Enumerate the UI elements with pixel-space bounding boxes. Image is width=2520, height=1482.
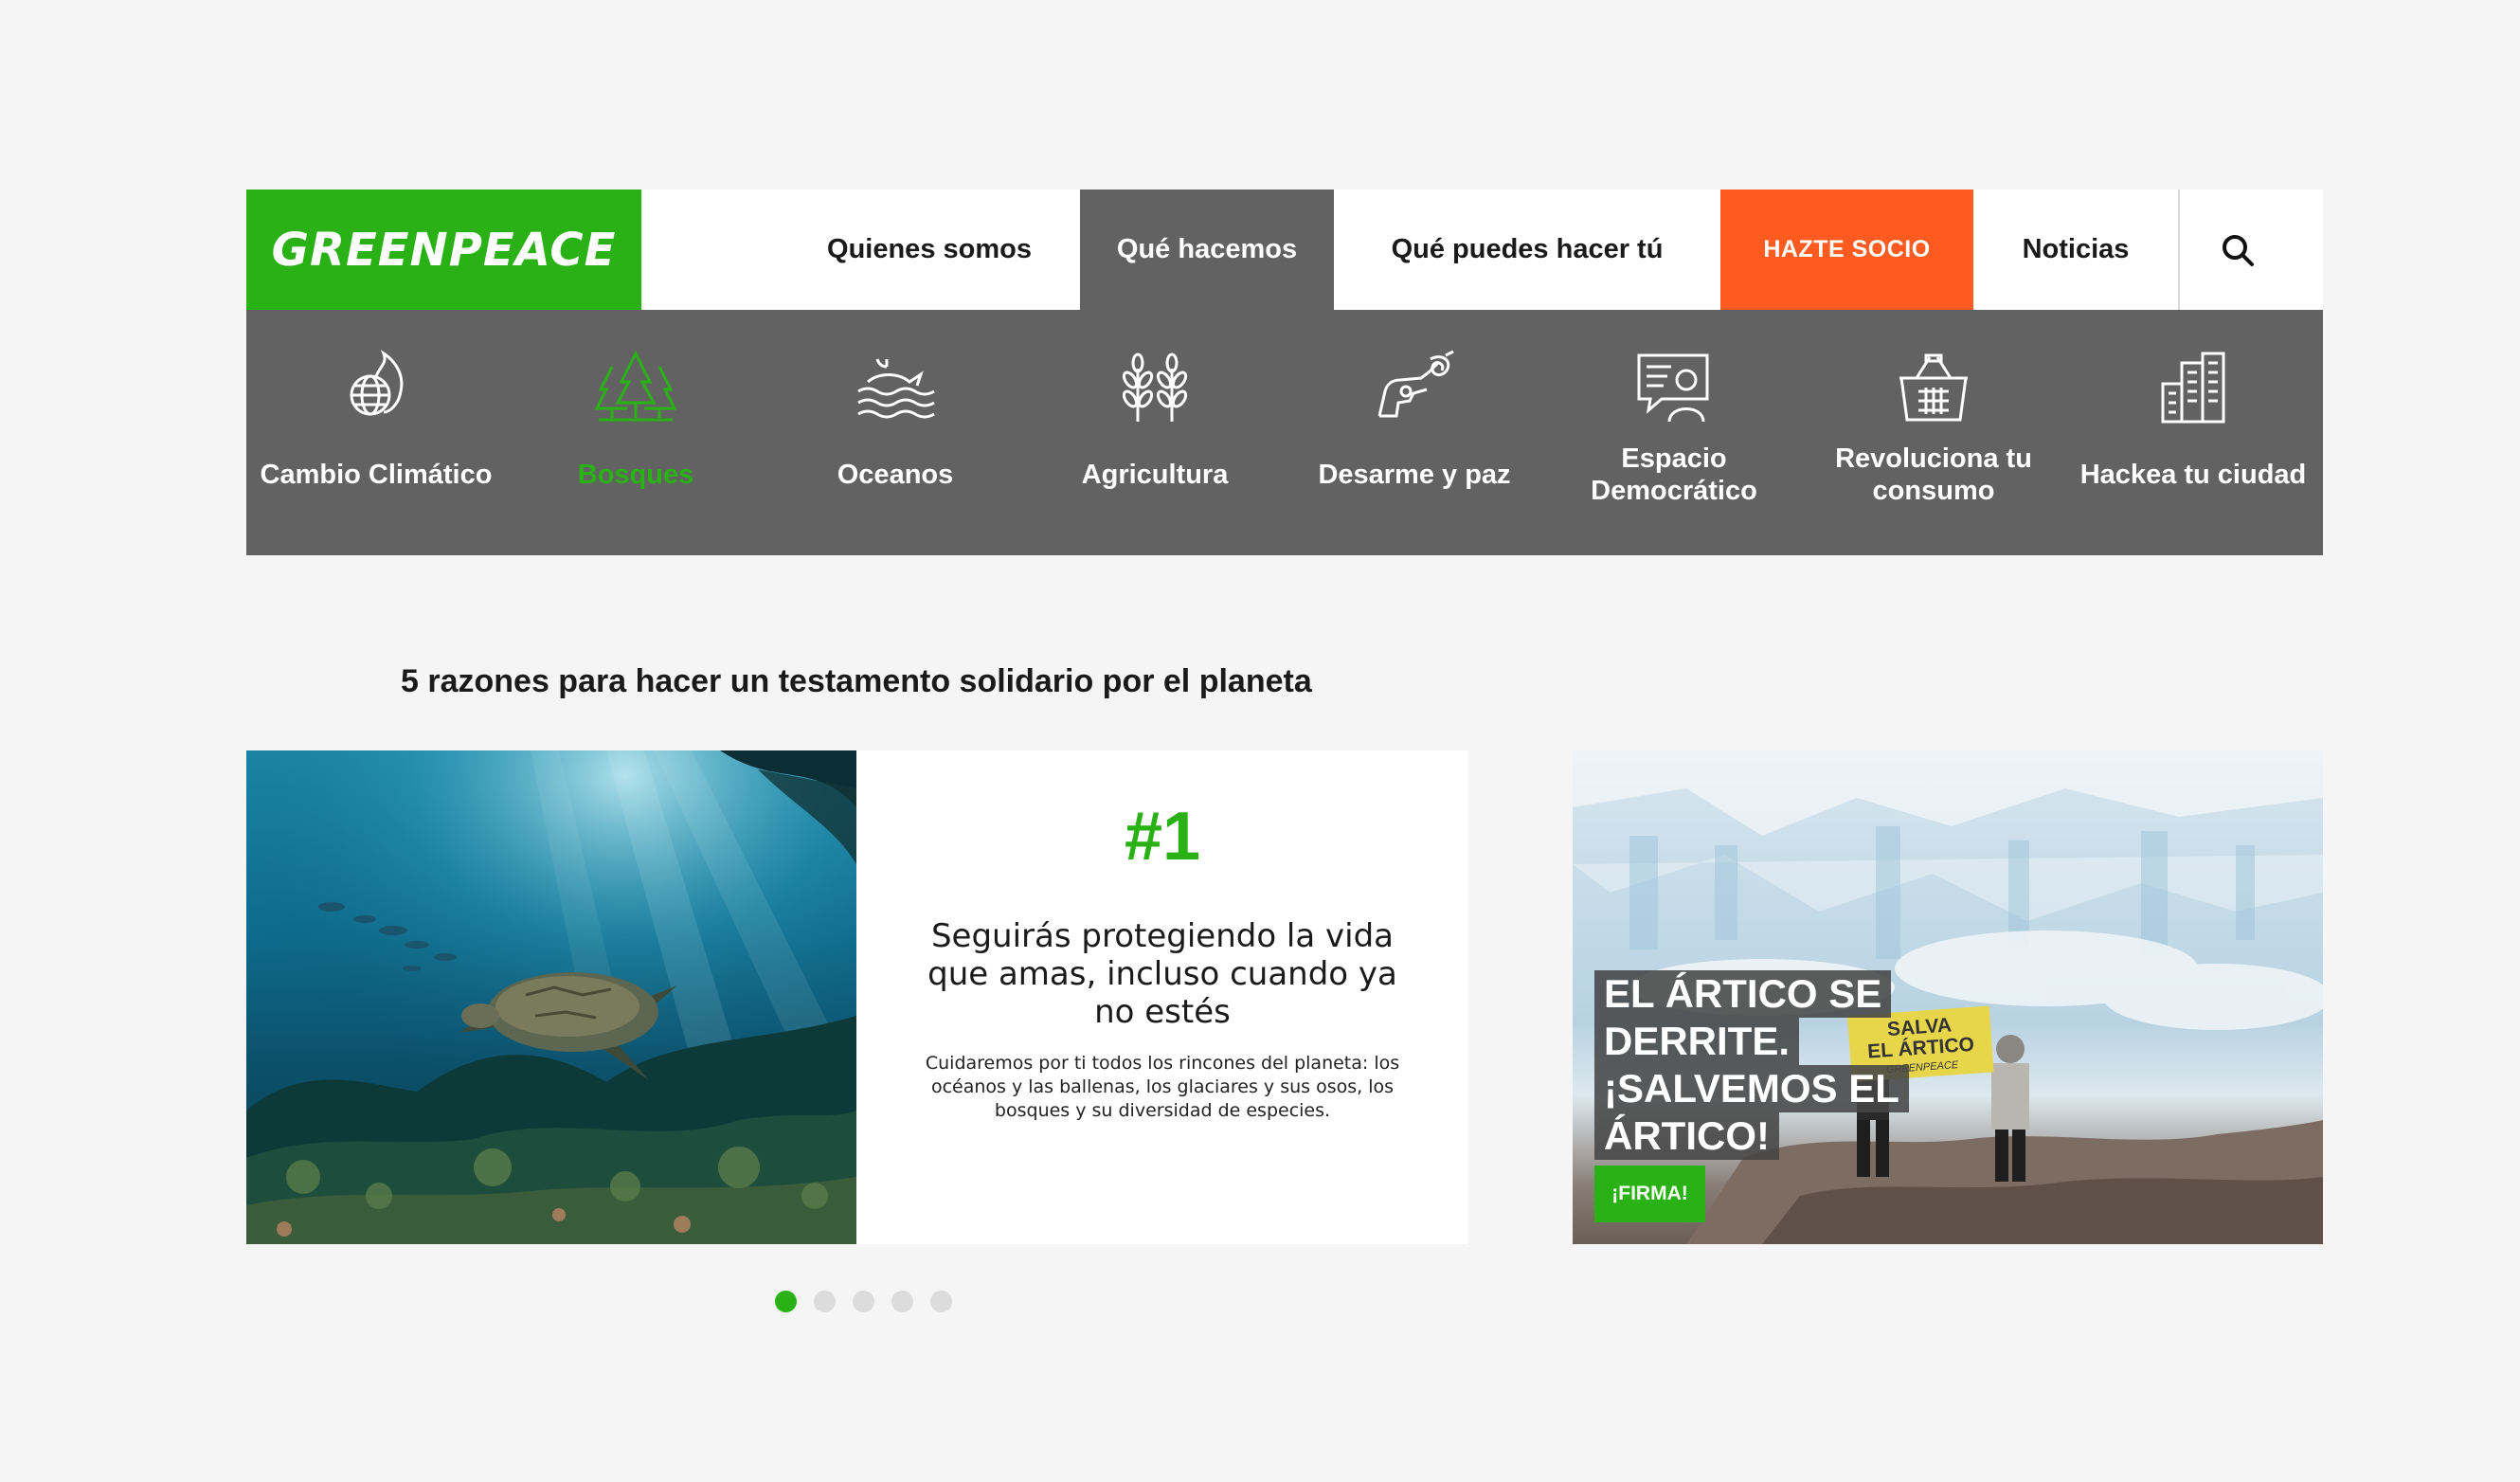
globe-flame-icon: [350, 350, 404, 416]
category-label: Desarme y paz: [1318, 460, 1511, 490]
category-bar: Cambio Climático Bosques Oceanos Agricul…: [246, 310, 2323, 555]
category-label: Revoluciona tu consumo: [1835, 443, 2032, 506]
search-icon: [2223, 234, 2254, 266]
reason-title: Seguirás protegiendo la vida que amas, i…: [927, 917, 1397, 1031]
promo-headline-line: ÁRTICO!: [1594, 1112, 1779, 1160]
search-button[interactable]: [2180, 190, 2295, 310]
category-label: Hackea tu ciudad: [2079, 460, 2307, 490]
nav-quienes-somos[interactable]: Quienes somos: [779, 190, 1080, 310]
promo-headline-line: EL ÁRTICO SE: [1594, 970, 1892, 1018]
knotted-gun-icon: [1377, 350, 1454, 418]
nav-que-hacemos[interactable]: Qué hacemos: [1080, 190, 1334, 310]
category-label: Cambio Climático: [260, 460, 493, 490]
arctic-promo[interactable]: SALVA EL ÁRTICO GREENPEACE EL ÁRTICO SE …: [1573, 750, 2323, 1244]
firma-button[interactable]: ¡FIRMA!: [1594, 1166, 1705, 1222]
site-header: GREENPEACE Quienes somos Qué hacemos Qué…: [246, 190, 2323, 310]
promo-headline: EL ÁRTICO SE DERRITE. ¡SALVEMOS EL ÁRTIC…: [1594, 970, 1909, 1160]
reason-card: #1 Seguirás protegiendo la vida que amas…: [856, 750, 1468, 1244]
sea-turtle-image: [246, 750, 856, 1244]
category-label: Agricultura: [1081, 460, 1229, 490]
speech-person-icon: [1637, 353, 1709, 423]
promo-headline-line: ¡SALVEMOS EL: [1594, 1065, 1909, 1112]
carousel-dots: [775, 1291, 952, 1312]
category-revoluciona-tu-consumo[interactable]: Revoluciona tu consumo: [1804, 310, 2063, 555]
main-nav: Quienes somos Qué hacemos Qué puedes hac…: [641, 190, 2323, 310]
carousel-dot-4[interactable]: [891, 1291, 913, 1312]
category-label: Oceanos: [837, 460, 954, 490]
whale-waves-icon: [857, 358, 935, 419]
reasons-carousel: #1 Seguirás protegiendo la vida que amas…: [246, 750, 1468, 1244]
carousel-dot-1[interactable]: [775, 1291, 797, 1312]
category-label: Bosques: [577, 460, 694, 490]
carousel-dot-5[interactable]: [930, 1291, 952, 1312]
category-espacio-democratico[interactable]: Espacio Democrático: [1544, 310, 1804, 555]
nav-noticias[interactable]: Noticias: [1973, 190, 2178, 310]
section-title: 5 razones para hacer un testamento solid…: [401, 663, 1312, 699]
page: GREENPEACE Quienes somos Qué hacemos Qué…: [0, 0, 2520, 1482]
category-agricultura[interactable]: Agricultura: [1025, 310, 1285, 555]
category-cambio-climatico[interactable]: Cambio Climático: [246, 310, 506, 555]
promo-headline-line: DERRITE.: [1594, 1018, 1800, 1065]
category-oceanos[interactable]: Oceanos: [765, 310, 1025, 555]
nav-que-puedes-hacer[interactable]: Qué puedes hacer tú: [1334, 190, 1720, 310]
basket-icon: [1899, 353, 1968, 422]
buildings-icon: [2161, 352, 2225, 424]
wheat-icon: [1122, 352, 1188, 422]
category-label: Espacio Democrático: [1591, 443, 1757, 506]
category-desarme-y-paz[interactable]: Desarme y paz: [1285, 310, 1544, 555]
carousel-dot-3[interactable]: [853, 1291, 874, 1312]
carousel-dot-2[interactable]: [814, 1291, 836, 1312]
trees-icon: [594, 350, 677, 422]
greenpeace-logo[interactable]: GREENPEACE: [246, 190, 641, 310]
category-hackea-tu-ciudad[interactable]: Hackea tu ciudad: [2063, 310, 2323, 555]
reason-text: Cuidaremos por ti todos los rincones del…: [925, 1053, 1400, 1121]
category-bosques[interactable]: Bosques: [506, 310, 765, 555]
hazte-socio-button[interactable]: HAZTE SOCIO: [1720, 190, 1973, 310]
reason-number: #1: [1124, 799, 1201, 875]
